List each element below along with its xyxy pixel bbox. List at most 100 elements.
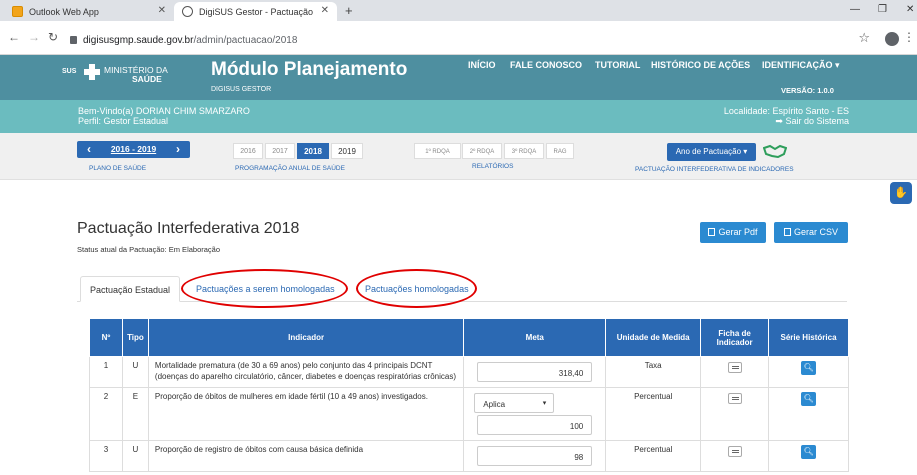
cell-serie: 🔍︎ (768, 387, 849, 441)
col-header-indicador: Indicador (147, 318, 465, 357)
cell-tipo: U (121, 356, 149, 388)
col-header-ficha: Ficha de Indicador (700, 318, 770, 357)
plano-range-selector: ‹ 2016 - 2019 › (77, 141, 190, 158)
reload-icon[interactable]: ↻ (48, 30, 58, 44)
cell-serie: 🔍︎ (768, 440, 849, 472)
nav-identificacao[interactable]: IDENTIFICAÇÃO ▾ (762, 60, 840, 71)
gerar-csv-label: Gerar CSV (793, 227, 838, 237)
cell-indicador: Mortalidade prematura (de 30 a 69 anos) … (147, 356, 465, 388)
cell-serie: 🔍︎ (768, 356, 849, 388)
nav-historico[interactable]: HISTÓRICO DE AÇÕES (651, 60, 750, 70)
col-header-meta: Meta (463, 318, 607, 357)
year-2018[interactable]: 2018 (297, 143, 329, 159)
cell-ficha (700, 356, 770, 388)
table-row: 2 E Proporção de óbitos de mulheres em i… (89, 387, 849, 441)
plano-label: PLANO DE SAÚDE (89, 165, 147, 172)
lock-icon (70, 36, 77, 44)
cell-ficha (700, 387, 770, 441)
nav-fale-conosco[interactable]: FALE CONOSCO (510, 60, 582, 70)
cell-tipo: U (121, 440, 149, 472)
locality-text: Localidade: Espírito Santo - ES (723, 106, 849, 116)
bookmark-star-icon[interactable]: ☆ (858, 30, 870, 46)
gerar-pdf-button[interactable]: Gerar Pdf (700, 222, 766, 243)
logout-link[interactable]: ➡ Sair do Sistema (724, 116, 849, 126)
nav-tutorial[interactable]: TUTORIAL (595, 60, 640, 70)
meta-input[interactable]: 318,40 (477, 362, 593, 382)
sus-logo-text: SUS (62, 68, 77, 75)
menu-kebab-icon[interactable]: ⋮ (903, 30, 915, 44)
forward-icon[interactable]: → (28, 30, 40, 44)
relatorio-2-rdqa[interactable]: 2º RDQA (462, 143, 502, 159)
nav-inicio[interactable]: INÍCIO (468, 60, 496, 70)
table-row: 3 U Proporção de registro de óbitos com … (89, 440, 849, 472)
module-subtitle: DIGISUS GESTOR (211, 86, 272, 93)
annotation-oval (356, 269, 477, 308)
cell-tipo: E (121, 387, 149, 441)
meta-input[interactable]: 98 (477, 446, 593, 466)
welcome-profile: Perfil: Gestor Estadual (78, 116, 169, 126)
module-title: Módulo Planejamento (211, 59, 408, 80)
relatorios-label: RELATÓRIOS (472, 163, 514, 170)
relatorio-rag[interactable]: RAG (546, 143, 574, 159)
version-label: VERSÃO: 1.0.0 (781, 86, 834, 95)
ficha-indicador-icon[interactable] (727, 362, 742, 373)
plano-range[interactable]: 2016 - 2019 (111, 144, 156, 154)
meta-input[interactable]: 100 (477, 415, 593, 435)
minimize-icon[interactable]: — (850, 4, 860, 15)
col-header-numero: Nº (89, 318, 123, 357)
gerar-csv-button[interactable]: Gerar CSV (774, 222, 848, 243)
cell-meta: 318,40 (463, 356, 607, 388)
year-2016[interactable]: 2016 (233, 143, 263, 159)
cell-indicador: Proporção de registro de óbitos com caus… (147, 440, 465, 472)
relatorio-3-rdqa[interactable]: 3º RDQA (504, 143, 544, 159)
browser-tab-outlook[interactable]: Outlook Web App ✕ (4, 2, 174, 21)
cell-ficha (700, 440, 770, 472)
indicadores-table: Nº Tipo Indicador Meta Unidade de Medida… (89, 318, 849, 472)
search-icon[interactable]: 🔍︎ (801, 445, 817, 459)
back-icon[interactable]: ← (8, 30, 20, 44)
welcome-info: Bem-Vindo(a) DORIAN CHIM SMARZARO Perfil… (78, 106, 250, 126)
url-field[interactable]: digisusgmp.saude.gov.br/admin/pactuacao/… (70, 35, 297, 46)
programacao-label: PROGRAMAÇÃO ANUAL DE SAÚDE (235, 165, 345, 172)
cell-meta: Aplica 100 (463, 387, 607, 441)
ano-pactuacao-dropdown[interactable]: Ano de Pactuação ▾ (667, 143, 756, 161)
cell-meta: 98 (463, 440, 607, 472)
outlook-icon (12, 6, 23, 17)
restore-icon[interactable]: ❐ (878, 4, 887, 15)
year-2019[interactable]: 2019 (331, 143, 363, 159)
tab-label: Outlook Web App (29, 6, 99, 17)
welcome-user: Bem-Vindo(a) DORIAN CHIM SMARZARO (78, 106, 250, 116)
col-header-serie: Série Histórica (768, 318, 849, 357)
relatorio-1-rdqa[interactable]: 1º RDQA (414, 143, 461, 159)
col-header-tipo: Tipo (121, 318, 149, 357)
close-window-icon[interactable]: ✕ (906, 4, 914, 15)
page-title: Pactuação Interfederativa 2018 (77, 220, 300, 237)
ficha-indicador-icon[interactable] (727, 393, 742, 404)
cell-unidade: Percentual (605, 387, 702, 441)
new-tab-icon[interactable]: + (345, 3, 353, 18)
profile-avatar-icon[interactable] (885, 32, 899, 46)
tab-label: DigiSUS Gestor - Pactuação (199, 6, 314, 17)
url-host: digisusgmp.saude.gov.br (83, 35, 194, 46)
ministerio-logo: MINISTÉRIO DA SAÚDE (104, 66, 168, 84)
year-2017[interactable]: 2017 (265, 143, 295, 159)
chevron-right-icon[interactable]: › (176, 141, 180, 158)
file-icon (708, 228, 716, 236)
cell-unidade: Taxa (605, 356, 702, 388)
browser-tab-digisus[interactable]: DigiSUS Gestor - Pactuação ✕ (174, 2, 337, 21)
accessibility-icon[interactable]: ✋ (890, 182, 912, 204)
status-text: Status atual da Pactuação: Em Elaboração (77, 245, 221, 254)
close-icon[interactable]: ✕ (158, 5, 166, 16)
cell-numero: 3 (89, 440, 123, 472)
meta-aplica-select[interactable]: Aplica (474, 393, 555, 413)
cell-numero: 2 (89, 387, 123, 441)
ficha-indicador-icon[interactable] (727, 446, 742, 457)
saude-text: SAÚDE (132, 74, 162, 84)
url-path: /admin/pactuacao/2018 (193, 35, 298, 46)
close-icon[interactable]: ✕ (321, 5, 329, 16)
handshake-icon[interactable] (763, 144, 787, 158)
search-icon[interactable]: 🔍︎ (801, 361, 817, 375)
tab-pactuacao-estadual[interactable]: Pactuação Estadual (80, 276, 181, 302)
chevron-left-icon[interactable]: ‹ (87, 141, 91, 158)
search-icon[interactable]: 🔍︎ (801, 392, 817, 406)
